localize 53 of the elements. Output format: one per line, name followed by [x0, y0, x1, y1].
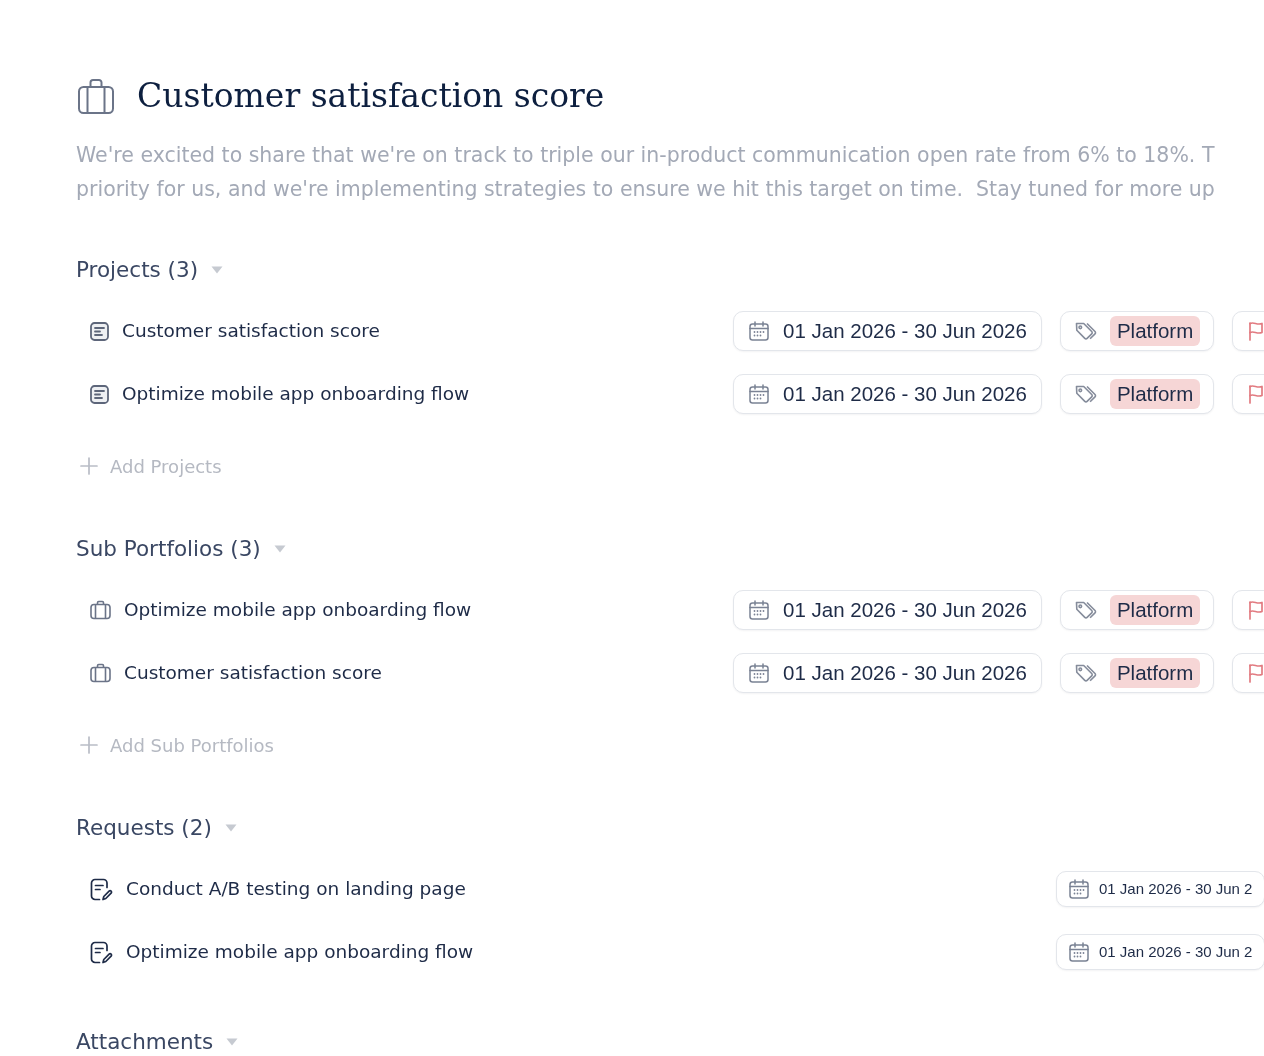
caret-icon[interactable]	[226, 1038, 239, 1046]
briefcase-icon	[78, 78, 114, 114]
calendar-icon	[749, 321, 769, 341]
section-heading[interactable]: Requests (2)	[76, 811, 212, 845]
tag-label: Platform	[1109, 316, 1201, 346]
caret-icon[interactable]	[273, 545, 286, 553]
description-text: We're excited to share that we're on track to triple our in-product communication open rate from 6% to 18%. T priority for us, and we're implementing strategies to ensure we hit this target on time. Stay tuned for more up	[76, 142, 1216, 203]
item-title[interactable]: Optimize mobile app onboarding flow	[122, 380, 470, 408]
briefcase-icon	[90, 663, 111, 683]
caret-icon[interactable]	[224, 824, 237, 832]
calendar-icon	[1069, 879, 1089, 899]
briefcase-icon	[90, 600, 111, 620]
tag-picker[interactable]: Platform	[1059, 311, 1215, 351]
caret-icon[interactable]	[211, 266, 224, 274]
plus-icon	[80, 736, 98, 754]
flag-icon	[1248, 663, 1264, 683]
tag-picker[interactable]: Platform	[1059, 590, 1215, 630]
flag-icon	[1248, 321, 1264, 341]
calendar-icon	[749, 663, 769, 683]
item-title[interactable]: Conduct A/B testing on landing page	[126, 875, 466, 903]
page-title: Customer satisfaction score	[137, 75, 605, 117]
tag-label: Platform	[1109, 595, 1201, 625]
tag-icon	[1074, 600, 1097, 620]
calendar-icon	[749, 600, 769, 620]
date-range-button[interactable]: 01 Jan 2026 - 30 Jun 2	[1056, 871, 1264, 907]
tag-label: Platform	[1109, 658, 1201, 688]
date-range-button[interactable]: 01 Jan 2026 - 30 Jun 2026	[733, 311, 1042, 351]
tag-icon	[1074, 321, 1097, 341]
plus-icon	[80, 457, 98, 475]
date-range-button[interactable]: 01 Jan 2026 - 30 Jun 2026	[733, 374, 1042, 414]
flag-icon	[1248, 600, 1264, 620]
tag-icon	[1074, 663, 1097, 683]
item-title[interactable]: Customer satisfaction score	[124, 659, 382, 687]
section-heading[interactable]: Sub Portfolios (3)	[76, 532, 261, 566]
item-title[interactable]: Customer satisfaction score	[122, 317, 380, 345]
tag-icon	[1074, 384, 1097, 404]
note-pencil-icon	[90, 940, 113, 964]
date-range-button[interactable]: 01 Jan 2026 - 30 Jun 2026	[733, 653, 1042, 693]
date-range-button[interactable]: 01 Jan 2026 - 30 Jun 2	[1056, 934, 1264, 970]
document-icon	[90, 321, 109, 341]
tag-picker[interactable]: Platform	[1059, 374, 1215, 414]
item-title[interactable]: Optimize mobile app onboarding flow	[124, 596, 472, 624]
flag-icon	[1248, 384, 1264, 404]
tag-picker[interactable]: Platform	[1059, 653, 1215, 693]
note-pencil-icon	[90, 877, 113, 901]
item-title[interactable]: Optimize mobile app onboarding flow	[126, 938, 474, 966]
calendar-icon	[1069, 942, 1089, 962]
document-icon	[90, 384, 109, 404]
tag-label: Platform	[1109, 379, 1201, 409]
section-heading[interactable]: Attachments	[76, 1025, 214, 1056]
date-range-button[interactable]: 01 Jan 2026 - 30 Jun 2026	[733, 590, 1042, 630]
calendar-icon	[749, 384, 769, 404]
section-heading[interactable]: Projects (3)	[76, 253, 199, 287]
